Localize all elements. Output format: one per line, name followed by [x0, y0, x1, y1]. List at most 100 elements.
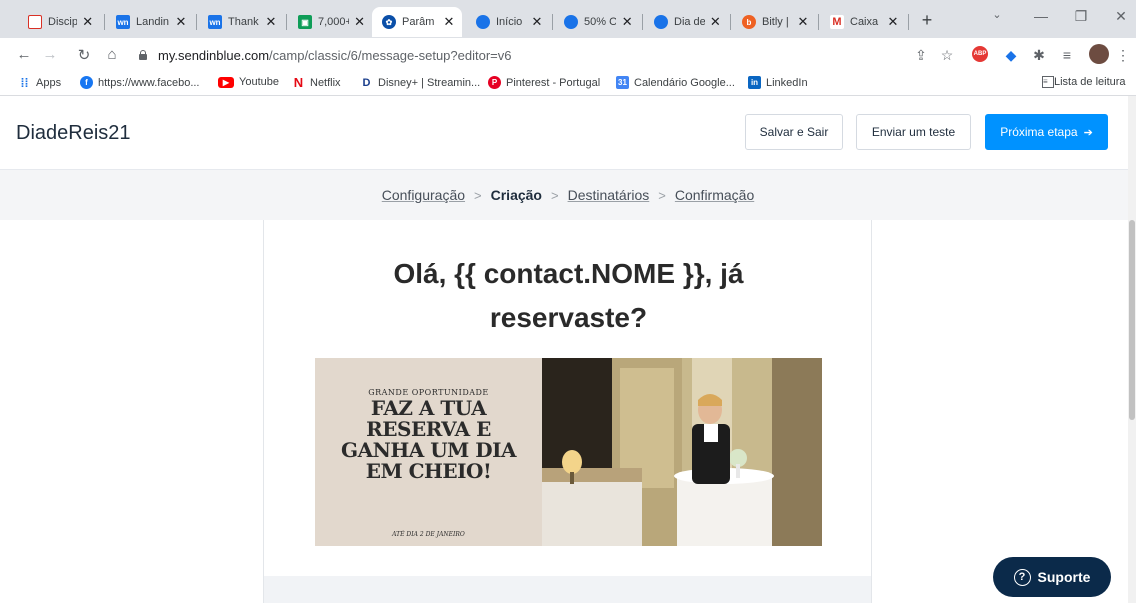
step-creation[interactable]: Criação [491, 187, 542, 203]
tab-divider [818, 14, 819, 30]
bookmark-apps[interactable]: ⁞⁞ Apps [18, 75, 62, 90]
close-tab-icon[interactable]: ✕ [709, 14, 722, 30]
close-tab-icon[interactable]: ✕ [796, 14, 810, 30]
calendar-icon: 31 [616, 76, 629, 89]
browser-tab[interactable]: b Bitly | ✕ [732, 8, 816, 36]
browser-tab[interactable]: Início ✕ [466, 8, 550, 36]
close-tab-icon[interactable]: ✕ [264, 14, 278, 30]
close-tab-icon[interactable]: ✕ [886, 14, 900, 30]
extensions-puzzle-icon[interactable]: ✱ [1030, 47, 1048, 64]
apps-grid-icon: ⁞⁞ [20, 75, 29, 90]
reading-mode-icon[interactable]: ≡ [1058, 47, 1076, 63]
new-tab-button[interactable]: + [916, 10, 938, 31]
bookmark-label: Disney+ | Streamin... [378, 76, 481, 89]
reload-icon[interactable]: ↻ [74, 46, 94, 64]
tab-title: Dia de [674, 16, 705, 28]
close-tab-icon[interactable]: ✕ [174, 14, 188, 30]
close-tab-icon[interactable]: ✕ [620, 14, 634, 30]
step-confirmation[interactable]: Confirmação [675, 187, 754, 203]
share-icon[interactable]: ⇪ [912, 47, 930, 64]
tab-title: 7,000+ [318, 16, 350, 28]
minimize-icon[interactable]: — [1026, 8, 1056, 24]
circle-icon [476, 15, 490, 29]
next-step-label: Próxima etapa [1000, 125, 1078, 139]
bookmark-label: Pinterest - Portugal [506, 76, 601, 89]
email-preview[interactable]: Olá, {{ contact.NOME }}, já reservaste? … [263, 220, 872, 603]
bitly-icon: b [742, 15, 756, 29]
close-tab-icon[interactable]: ✕ [353, 14, 366, 30]
scrollbar-thumb[interactable] [1129, 220, 1135, 420]
support-label: Suporte [1037, 569, 1091, 585]
tab-divider [908, 14, 909, 30]
close-tab-icon[interactable]: ✕ [81, 14, 94, 30]
chevron-right-icon: > [474, 187, 482, 203]
checkbox-icon [28, 15, 42, 29]
banner-title-line: GANHA UM DIA [340, 438, 517, 462]
browser-tab[interactable]: Discipl ✕ [18, 8, 100, 36]
tab-title: Bitly | [762, 16, 789, 28]
headline-line: Olá, {{ contact.NOME }}, já [393, 258, 744, 289]
tab-search-icon[interactable]: ⌄ [982, 8, 1012, 21]
tab-divider [642, 14, 643, 30]
browser-tab-active[interactable]: ✿ Parâm ✕ [372, 7, 462, 37]
chevron-right-icon: > [658, 187, 666, 203]
url-path: /camp/classic/6/message-setup?editor=v6 [269, 47, 512, 63]
bookmark-item[interactable]: in LinkedIn [748, 76, 808, 89]
browser-tab[interactable]: Dia de ✕ [644, 8, 728, 36]
avatar[interactable] [1089, 44, 1109, 64]
extension-icon[interactable]: ◆ [1002, 47, 1020, 64]
browser-toolbar: ← → ↻ ⌂ my.sendinblue.com/camp/classic/6… [0, 38, 1136, 72]
tab-divider [286, 14, 287, 30]
bookmark-item[interactable]: N Netflix [292, 75, 341, 90]
support-button[interactable]: ? Suporte [993, 557, 1111, 597]
close-window-icon[interactable]: ✕ [1106, 8, 1136, 25]
question-icon: ? [1013, 568, 1031, 586]
restore-icon[interactable]: ❐ [1066, 8, 1096, 25]
step-recipients[interactable]: Destinatários [568, 187, 650, 203]
home-icon[interactable]: ⌂ [102, 46, 122, 63]
close-tab-icon[interactable]: ✕ [442, 14, 456, 30]
facebook-icon: f [80, 76, 93, 89]
bookmark-label: LinkedIn [766, 76, 808, 89]
bookmark-star-icon[interactable]: ☆ [938, 47, 956, 64]
banner-title-line: EM CHEIO! [365, 459, 492, 483]
bookmark-item[interactable]: D Disney+ | Streamin... [360, 76, 481, 89]
lock-icon [138, 50, 148, 60]
tab-title: Landin [136, 16, 170, 28]
banner-title-line: RESERVA E [366, 417, 491, 441]
address-bar[interactable]: my.sendinblue.com/camp/classic/6/message… [138, 42, 908, 68]
save-exit-button[interactable]: Salvar e Sair [745, 114, 843, 150]
bookmark-item[interactable]: 31 Calendário Google... [616, 76, 735, 89]
forward-icon[interactable]: → [40, 46, 60, 63]
tab-title: Início [496, 16, 523, 28]
email-banner-image[interactable]: GRANDE OPORTUNIDADE FAZ A TUA RESERVA E … [315, 358, 822, 546]
hotel-room-illustration [542, 358, 822, 546]
adblock-icon[interactable]: ABP [972, 46, 988, 62]
browser-tab[interactable]: wn Landin ✕ [106, 8, 194, 36]
browser-tab[interactable]: ▣ 7,000+ ✕ [288, 8, 372, 36]
app-header: DiadeReis21 Salvar e Sair Enviar um test… [0, 96, 1136, 170]
gmail-icon: M [830, 15, 844, 29]
bookmark-item[interactable]: P Pinterest - Portugal [488, 76, 600, 89]
doc-icon: ▣ [298, 15, 312, 29]
email-footer-block [264, 576, 871, 603]
browser-tab-strip: Discipl ✕ wn Landin ✕ wn Thank ✕ ▣ 7,000… [0, 0, 1136, 38]
browser-menu-icon[interactable]: ⋮ [1114, 47, 1132, 64]
send-test-button[interactable]: Enviar um teste [856, 114, 971, 150]
bookmark-item[interactable]: f https://www.facebo... [80, 76, 200, 89]
browser-tab[interactable]: M Caixa ✕ [820, 8, 906, 36]
chevron-right-icon: > [550, 187, 559, 203]
step-configuration[interactable]: Configuração [382, 187, 465, 203]
browser-tab[interactable]: 50% O ✕ [554, 8, 640, 36]
back-icon[interactable]: ← [14, 46, 34, 63]
bookmark-item[interactable]: ▶ Youtube [218, 76, 279, 88]
email-headline[interactable]: Olá, {{ contact.NOME }}, já reservaste? [264, 252, 873, 340]
wn-icon: wn [208, 15, 222, 29]
tab-divider [196, 14, 197, 30]
browser-tab[interactable]: wn Thank ✕ [198, 8, 284, 36]
next-step-button[interactable]: Próxima etapa ➔ [985, 114, 1108, 150]
bookmarks-bar: ⁞⁞ Apps f https://www.facebo... ▶ Youtub… [0, 72, 1136, 96]
reading-list-button[interactable]: ≡ Lista de leitura [1042, 76, 1126, 88]
close-tab-icon[interactable]: ✕ [530, 14, 544, 30]
wn-icon: wn [116, 15, 130, 29]
